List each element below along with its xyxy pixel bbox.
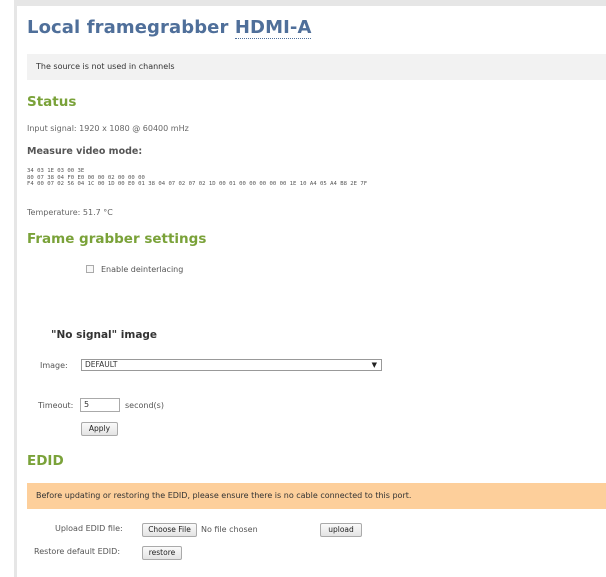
timeout-unit-label: second(s) xyxy=(125,401,164,410)
image-select[interactable]: DEFAULT ▼ xyxy=(81,359,382,371)
image-label: Image: xyxy=(40,361,68,370)
timeout-input[interactable]: 5 xyxy=(80,398,120,412)
timeout-label: Timeout: xyxy=(38,401,74,410)
page-top-border xyxy=(14,0,606,6)
measure-video-mode-data: 34 03 1E 03 00 3E 80 07 38 04 F0 E0 00 0… xyxy=(27,168,367,188)
enable-deinterlacing-checkbox[interactable] xyxy=(86,265,94,273)
measure-video-mode-heading: Measure video mode: xyxy=(27,146,143,157)
page-title: Local framegrabber HDMI-A xyxy=(27,17,312,39)
frame-grabber-settings-heading: Frame grabber settings xyxy=(27,231,207,247)
upload-button[interactable]: upload xyxy=(320,523,362,537)
edid-heading: EDID xyxy=(27,453,64,469)
apply-button[interactable]: Apply xyxy=(81,422,118,436)
restore-edid-label: Restore default EDID: xyxy=(34,547,121,556)
no-signal-image-heading: "No signal" image xyxy=(51,329,158,341)
input-signal-text: Input signal: 1920 x 1080 @ 60400 mHz xyxy=(27,124,189,133)
upload-edid-label: Upload EDID file: xyxy=(55,524,123,533)
source-usage-notice: The source is not used in channels xyxy=(27,54,606,80)
enable-deinterlacing-label: Enable deinterlacing xyxy=(101,265,184,274)
page-left-border xyxy=(14,0,17,577)
measure-line: 34 03 1E 03 00 3E xyxy=(27,168,85,174)
status-heading: Status xyxy=(27,94,77,110)
measure-line: 80 07 38 04 F0 E0 00 00 02 00 00 00 xyxy=(27,174,145,181)
measure-line: F4 00 07 02 56 04 1C 00 1D 00 E0 01 38 0… xyxy=(27,181,368,188)
temperature-text: Temperature: 51.7 °C xyxy=(27,208,113,217)
image-select-value: DEFAULT xyxy=(85,360,118,369)
source-name-link[interactable]: HDMI-A xyxy=(234,17,312,39)
restore-button[interactable]: restore xyxy=(142,546,182,560)
page-title-prefix: Local framegrabber xyxy=(27,17,229,38)
choose-file-button[interactable]: Choose File xyxy=(142,523,197,537)
dropdown-arrow-icon: ▼ xyxy=(371,361,377,369)
no-file-chosen-text: No file chosen xyxy=(201,525,258,534)
edid-warning-banner: Before updating or restoring the EDID, p… xyxy=(27,483,606,509)
